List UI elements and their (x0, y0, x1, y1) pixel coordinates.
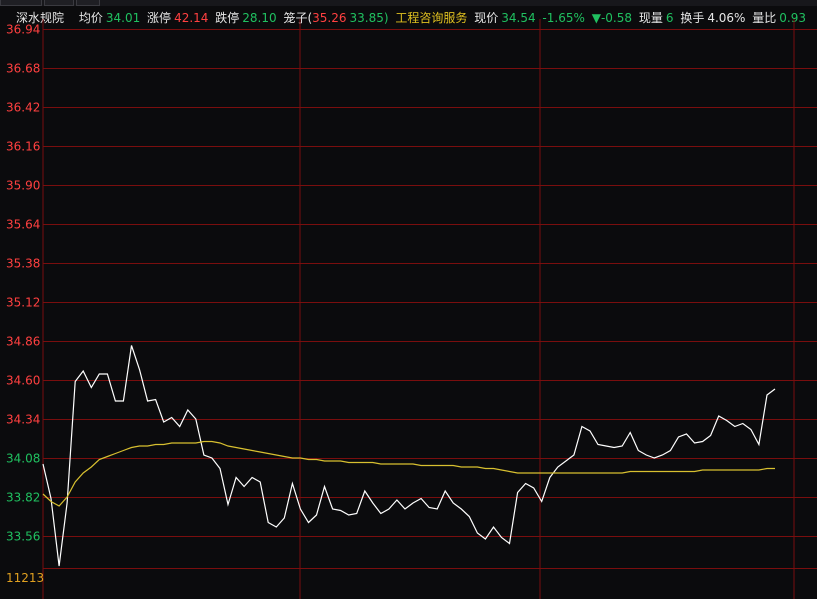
chart-grid (42, 19, 817, 599)
y-tick-label: 36.42 (6, 101, 40, 115)
average-price-line (42, 440, 775, 507)
y-tick-label: 35.38 (6, 257, 40, 271)
y-tick-label: 36.16 (6, 140, 40, 154)
y-tick-label: 36.94 (6, 23, 40, 37)
y-tick-label: 34.60 (6, 374, 40, 388)
price-line (42, 345, 776, 567)
y-tick-label: 33.56 (6, 530, 40, 544)
y-tick-label: 34.08 (6, 452, 40, 466)
y-tick-label: 35.12 (6, 296, 40, 310)
y-tick-label: 34.34 (6, 413, 40, 427)
y-axis-labels: 36.94 36.68 36.42 36.16 35.90 35.64 35.38 35.12… (6, 23, 40, 544)
intraday-chart[interactable]: 36.94 36.68 36.42 36.16 35.90 35.64 35.38 35.12… (0, 0, 817, 599)
y-tick-label: 35.64 (6, 218, 40, 232)
chart-lines (42, 345, 776, 567)
y-tick-label: 35.90 (6, 179, 40, 193)
volume-axis-label: 11213 (6, 571, 44, 585)
y-tick-label: 36.68 (6, 62, 40, 76)
y-tick-label: 33.82 (6, 491, 40, 505)
y-tick-label: 34.86 (6, 335, 40, 349)
